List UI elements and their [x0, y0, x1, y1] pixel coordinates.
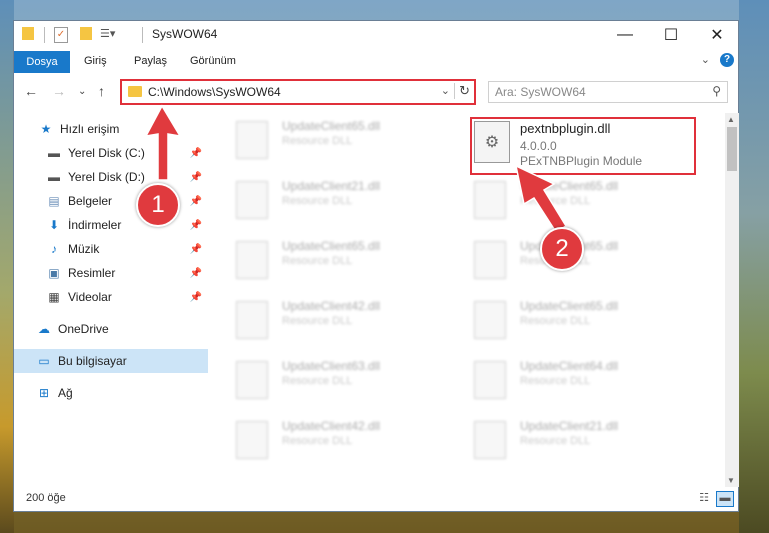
callout-step-1: 1 — [136, 183, 180, 227]
callout-step-2: 2 — [540, 227, 584, 271]
arrow-1 — [144, 104, 182, 181]
annotation-arrows — [144, 104, 568, 234]
arrow-2 — [514, 164, 568, 234]
